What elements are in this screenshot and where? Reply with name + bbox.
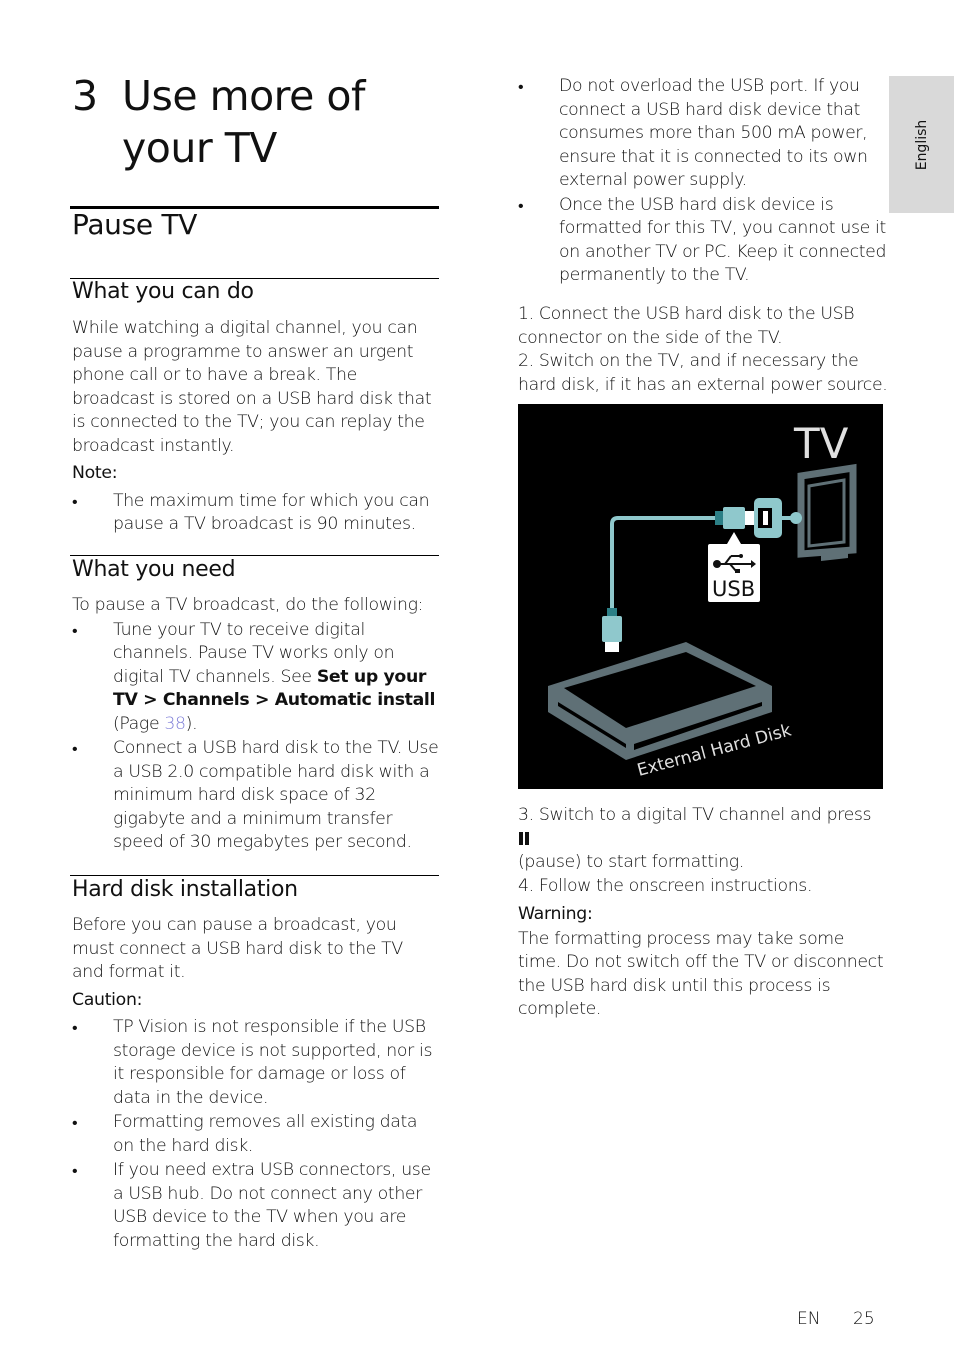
tv-label: TV xyxy=(793,419,849,468)
usb-label: USB xyxy=(712,577,755,601)
usb-cable xyxy=(610,516,718,612)
chapter-title: Use more of your TV xyxy=(122,72,365,172)
illustration-svg: TV USB External Hard Disk xyxy=(548,419,857,781)
what-you-can-do-body: While watching a digital channel, you ca… xyxy=(72,318,432,456)
warning-text: The formatting process may take some tim… xyxy=(518,928,884,1020)
list-item: If you need extra USB connectors, use a … xyxy=(72,1159,442,1253)
footer-language: EN xyxy=(797,1309,821,1329)
requirements-list: Tune your TV to receive digital channels… xyxy=(72,619,442,855)
pause-icon xyxy=(519,831,523,845)
usb-plug-icon xyxy=(715,498,802,538)
tv-icon xyxy=(797,463,857,561)
subsection-divider xyxy=(70,875,439,876)
list-item: Once the USB hard disk device is formatt… xyxy=(518,194,888,288)
step-1: 1. Connect the USB hard disk to the USB … xyxy=(518,304,855,348)
warning-label: Warning: xyxy=(518,904,593,924)
what-you-can-do-content: While watching a digital channel, you ca… xyxy=(72,317,442,538)
step-3: 3. Switch to a digital TV channel and pr… xyxy=(518,805,872,872)
list-item: TP Vision is not responsible if the USB … xyxy=(72,1016,442,1110)
language-tab: English xyxy=(889,76,954,213)
list-item: Connect a USB hard disk to the TV. Use a… xyxy=(72,737,442,855)
caution-label: Caution: xyxy=(72,989,143,1010)
note-list: The maximum time for which you can pause… xyxy=(72,490,442,537)
page-link[interactable]: 38 xyxy=(164,714,186,734)
step-4: 4. Follow the onscreen instructions. xyxy=(518,875,813,896)
right-column-bullets: Do not overload the USB port. If you con… xyxy=(518,75,888,289)
list-item: Do not overload the USB port. If you con… xyxy=(518,75,888,193)
hard-disk-installation-content: Before you can pause a broadcast, you mu… xyxy=(72,914,442,1254)
heading-what-you-need: What you need xyxy=(72,557,236,582)
steps-3-4: 3. Switch to a digital TV channel and pr… xyxy=(518,804,888,1022)
caution-list: TP Vision is not responsible if the USB … xyxy=(72,1016,442,1253)
what-you-need-intro: To pause a TV broadcast, do the followin… xyxy=(72,595,424,615)
chapter-number: 3 xyxy=(72,72,98,120)
usb-badge: USB xyxy=(708,532,760,602)
list-item: Tune your TV to receive digital channels… xyxy=(72,619,442,737)
note-label: Note: xyxy=(72,463,118,483)
usb-notes-list: Do not overload the USB port. If you con… xyxy=(518,75,888,288)
hard-disk-installation-body: Before you can pause a broadcast, you mu… xyxy=(72,915,403,982)
section-title: Pause TV xyxy=(72,208,198,241)
disk-plug-icon xyxy=(602,608,622,652)
list-item: Formatting removes all existing data on … xyxy=(72,1111,442,1158)
subsection-divider xyxy=(70,555,439,556)
what-you-need-content: To pause a TV broadcast, do the followin… xyxy=(72,594,442,856)
list-item: The maximum time for which you can pause… xyxy=(72,490,442,537)
heading-what-you-can-do: What you can do xyxy=(72,279,254,304)
step-2: 2. Switch on the TV, and if necessary th… xyxy=(518,351,888,395)
steps-1-2: 1. Connect the USB hard disk to the USB … xyxy=(518,303,888,397)
language-tab-label: English xyxy=(913,119,930,170)
page-number: 25 xyxy=(853,1309,875,1329)
heading-hard-disk-installation: Hard disk installation xyxy=(72,877,298,902)
usb-connection-illustration: TV USB External Hard Disk xyxy=(518,404,883,789)
